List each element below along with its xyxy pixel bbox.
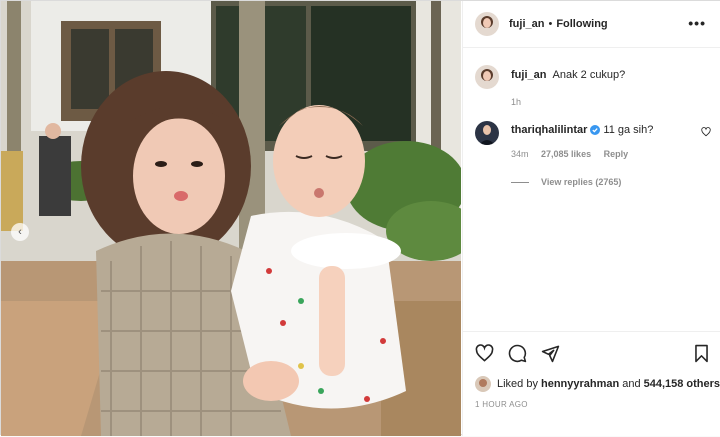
verified-icon — [590, 125, 601, 135]
chevron-left-icon[interactable]: ‹ — [11, 223, 29, 241]
caption-text: Anak 2 cukup? — [552, 69, 626, 81]
comment-time[interactable]: 34m — [511, 149, 529, 159]
post-timestamp[interactable]: 1 HOUR AGO — [475, 400, 528, 409]
follow-status-button[interactable]: Following — [556, 18, 607, 30]
replies-divider — [511, 181, 529, 183]
comment-username[interactable]: thariqhalilintar — [511, 124, 587, 136]
avatar[interactable] — [475, 65, 499, 89]
comment-likes[interactable]: 27,085 likes — [541, 149, 591, 159]
separator-dot: • — [548, 18, 553, 30]
likes-count[interactable]: 544,158 others — [644, 378, 720, 390]
post-card: ‹ fuji_an • Following ••• fuji_an Anak 2… — [0, 0, 720, 436]
share-icon[interactable] — [541, 344, 560, 363]
comment: thariqhalilintar 11 ga sih? 34m 27,085 l… — [475, 121, 711, 187]
more-icon[interactable]: ••• — [688, 15, 706, 31]
caption: fuji_an Anak 2 cukup? 1h — [475, 65, 625, 107]
caption-username[interactable]: fuji_an — [511, 69, 546, 81]
view-replies-button[interactable]: View replies (2765) — [541, 177, 621, 187]
likes-summary: Liked by hennyyrahman and 544,158 others — [475, 376, 720, 392]
bookmark-icon[interactable] — [693, 344, 710, 363]
post-photo[interactable]: ‹ — [1, 1, 461, 436]
heart-icon[interactable] — [475, 344, 494, 363]
comment-icon[interactable] — [508, 344, 527, 363]
heart-icon[interactable] — [701, 127, 711, 187]
avatar[interactable] — [475, 121, 499, 145]
post-side-panel: fuji_an • Following ••• fuji_an Anak 2 c… — [462, 1, 720, 436]
action-bar: Liked by hennyyrahman and 544,158 others… — [463, 331, 720, 437]
photo-illustration — [1, 1, 461, 436]
reply-button[interactable]: Reply — [604, 149, 629, 159]
post-username[interactable]: fuji_an — [509, 18, 544, 30]
likes-user[interactable]: hennyyrahman — [541, 378, 619, 390]
avatar[interactable] — [475, 376, 491, 392]
avatar[interactable] — [475, 12, 499, 36]
likes-and: and — [622, 378, 641, 390]
comment-text: 11 ga sih? — [603, 124, 654, 136]
post-header: fuji_an • Following ••• — [463, 1, 720, 48]
likes-prefix: Liked by — [497, 378, 538, 390]
caption-time[interactable]: 1h — [511, 97, 521, 107]
